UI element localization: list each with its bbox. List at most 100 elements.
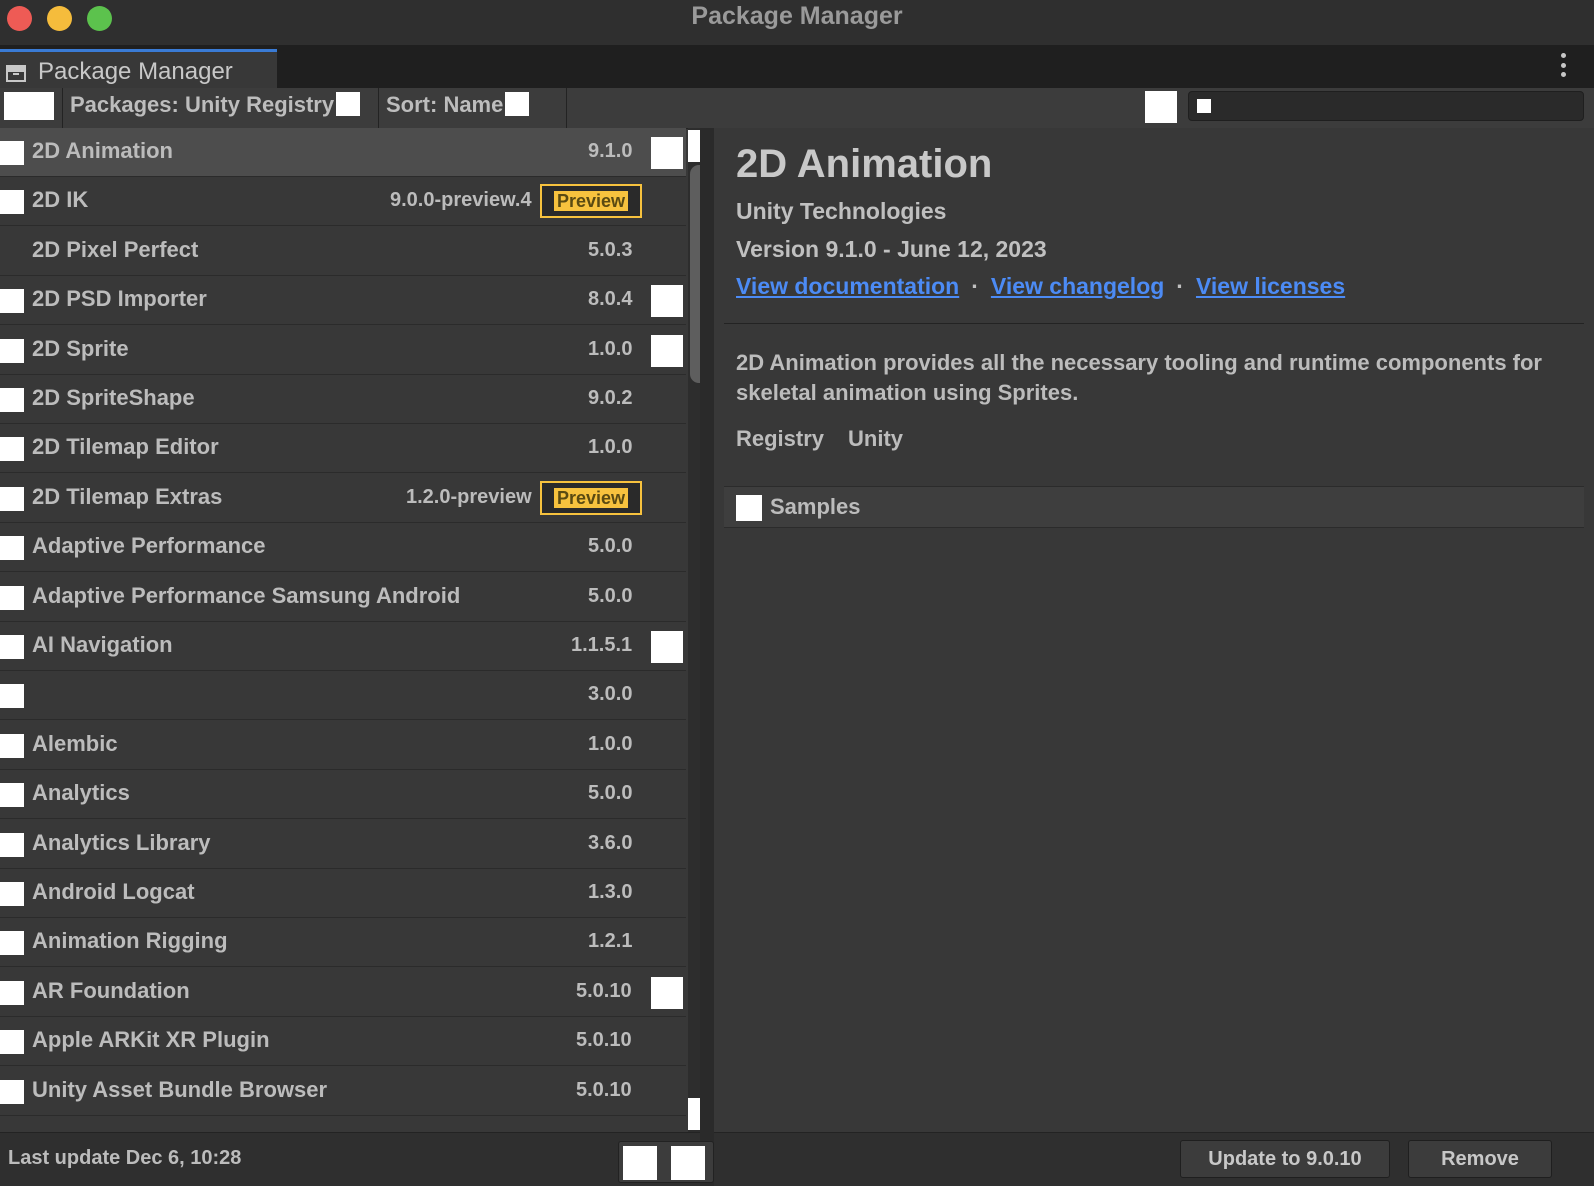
package-list: 2D Animation 9.1.0 2D IK 9.0.0-preview.4 Pre… xyxy=(0,128,686,1132)
sort-dropdown[interactable]: Sort: Name xyxy=(386,92,530,122)
update-available-icon xyxy=(651,137,683,169)
more-options-icon[interactable] xyxy=(1560,53,1566,77)
toolbar-divider xyxy=(62,88,63,128)
refresh-button-group xyxy=(618,1141,714,1183)
package-row[interactable]: Analytics Library 3.6.0 xyxy=(0,820,686,869)
split-divider[interactable] xyxy=(700,128,714,1186)
package-name: Analytics xyxy=(32,780,130,805)
link-separator: · xyxy=(971,273,979,299)
package-version: 1.0.0 xyxy=(588,733,633,755)
package-name: Android Logcat xyxy=(32,879,195,904)
search-input[interactable] xyxy=(1219,94,1573,120)
package-installed-icon xyxy=(0,536,24,560)
package-version: 3.6.0 xyxy=(588,832,633,854)
view-licenses-link[interactable]: View licenses xyxy=(1196,273,1345,299)
package-installed-icon xyxy=(0,635,24,659)
package-version: 1.0.0 xyxy=(588,338,633,360)
package-version: 3.0.0 xyxy=(588,683,633,705)
package-row[interactable]: 2D Tilemap Extras 1.2.0-preview Preview xyxy=(0,474,686,523)
package-row[interactable]: 2D Sprite 1.0.0 xyxy=(0,326,686,375)
package-name: AI Navigation xyxy=(32,632,173,657)
preview-badge: Preview xyxy=(540,481,642,515)
package-name: Alembic xyxy=(32,731,118,756)
tab-package-manager[interactable]: Package Manager xyxy=(0,49,277,88)
search-field[interactable] xyxy=(1188,91,1584,121)
package-installed-icon xyxy=(0,339,24,363)
scope-dropdown-label: Packages: Unity Registry xyxy=(70,92,335,117)
registry-value: Unity xyxy=(848,426,904,451)
package-version: 5.0.0 xyxy=(588,585,633,607)
package-version: 1.1.5.1 xyxy=(571,634,633,656)
add-package-button[interactable] xyxy=(0,92,56,120)
package-version: 5.0.0 xyxy=(588,782,633,804)
package-name: Apple ARKit XR Plugin xyxy=(32,1027,270,1052)
toolbar-divider xyxy=(566,88,567,128)
samples-foldout[interactable]: Samples xyxy=(724,486,1584,528)
package-row[interactable]: 2D Pixel Perfect 5.0.3 xyxy=(0,227,686,276)
package-details: 2D Animation Unity Technologies Version … xyxy=(714,128,1594,1132)
package-version: 9.0.0-preview.4 xyxy=(390,189,532,211)
package-name: 2D Sprite xyxy=(32,336,129,361)
package-installed-icon xyxy=(0,388,24,412)
details-footer: Update to 9.0.10 Remove xyxy=(714,1132,1594,1186)
package-version: 1.0.0 xyxy=(588,436,633,458)
package-name: Unity Asset Bundle Browser xyxy=(32,1077,328,1102)
details-divider xyxy=(724,323,1584,324)
package-name: 2D Pixel Perfect xyxy=(32,237,199,262)
tab-strip: Package Manager xyxy=(0,45,1594,88)
package-installed-icon xyxy=(0,586,24,610)
details-version: Version 9.1.0 - June 12, 2023 xyxy=(736,236,1047,262)
sort-dropdown-label: Sort: Name xyxy=(386,92,504,117)
package-row[interactable]: 2D IK 9.0.0-preview.4 Preview xyxy=(0,177,686,226)
refresh-list-icon[interactable] xyxy=(623,1146,657,1180)
scope-dropdown[interactable]: Packages: Unity Registry xyxy=(70,92,361,122)
window-title: Package Manager xyxy=(691,2,903,30)
package-installed-icon xyxy=(0,437,24,461)
package-installed-icon xyxy=(0,882,24,906)
package-row[interactable]: Unity Asset Bundle Browser 5.0.10 xyxy=(0,1067,686,1116)
update-button[interactable]: Update to 9.0.10 xyxy=(1180,1140,1390,1178)
window-titlebar: Package Manager xyxy=(0,0,1594,45)
package-name: 2D IK xyxy=(32,187,89,212)
package-icon xyxy=(6,65,26,82)
package-name: Adaptive Performance xyxy=(32,533,266,558)
package-row[interactable]: Apple ARKit XR Plugin 5.0.10 xyxy=(0,1017,686,1066)
package-row[interactable]: AR Foundation 5.0.10 xyxy=(0,968,686,1017)
toolbar-divider xyxy=(378,88,379,128)
package-name: Animation Rigging xyxy=(32,928,228,953)
package-row[interactable]: Adaptive Performance 5.0.0 xyxy=(0,523,686,572)
package-version: 9.0.2 xyxy=(588,387,633,409)
package-row[interactable]: Adaptive Performance Samsung Android 5.0.… xyxy=(0,573,686,622)
chevron-right-icon xyxy=(736,495,762,521)
package-row[interactable]: Animation Rigging 1.2.1 xyxy=(0,918,686,967)
samples-label: Samples xyxy=(770,494,861,519)
package-row[interactable]: 2D PSD Importer 8.0.4 xyxy=(0,276,686,325)
details-description: 2D Animation provides all the necessary … xyxy=(736,350,1542,405)
package-row[interactable]: 3.0.0 xyxy=(0,671,686,720)
package-version: 9.1.0 xyxy=(588,140,633,162)
package-installed-icon xyxy=(0,141,24,165)
package-installed-icon xyxy=(0,1030,24,1054)
package-installed-icon xyxy=(0,981,24,1005)
package-row[interactable]: 2D SpriteShape 9.0.2 xyxy=(0,375,686,424)
update-available-icon xyxy=(651,631,683,663)
plus-icon xyxy=(4,92,54,120)
remove-button[interactable]: Remove xyxy=(1408,1140,1552,1178)
chevron-down-icon xyxy=(505,92,530,116)
view-changelog-link[interactable]: View changelog xyxy=(991,273,1164,299)
package-row[interactable]: 2D Animation 9.1.0 xyxy=(0,128,686,177)
package-installed-icon xyxy=(0,289,24,313)
view-documentation-link[interactable]: View documentation xyxy=(736,273,959,299)
package-row[interactable]: Analytics 5.0.0 xyxy=(0,770,686,819)
package-installed-icon xyxy=(0,833,24,857)
package-version: 5.0.10 xyxy=(576,980,632,1002)
package-row[interactable]: AI Navigation 1.1.5.1 xyxy=(0,622,686,671)
package-version: 5.0.10 xyxy=(576,1029,632,1051)
package-name: 2D Tilemap Editor xyxy=(32,434,219,459)
package-row[interactable]: Android Logcat 1.3.0 xyxy=(0,869,686,918)
refresh-options-icon[interactable] xyxy=(671,1146,705,1180)
package-row[interactable]: Alembic 1.0.0 xyxy=(0,721,686,770)
package-installed-icon xyxy=(0,783,24,807)
package-row[interactable]: 2D Tilemap Editor 1.0.0 xyxy=(0,424,686,473)
refresh-icon[interactable] xyxy=(1145,91,1177,123)
